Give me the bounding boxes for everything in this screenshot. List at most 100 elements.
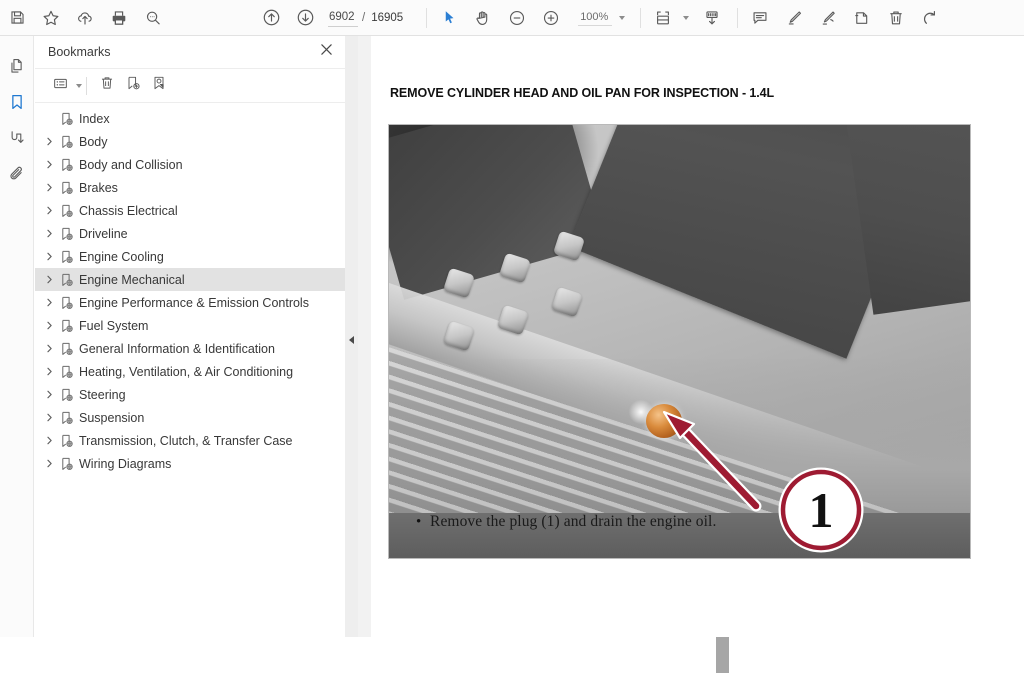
bookmark-row[interactable]: Wiring Diagrams <box>35 452 345 475</box>
bookmark-row[interactable]: Engine Mechanical <box>35 268 345 291</box>
bookmark-row[interactable]: Chassis Electrical <box>35 199 345 222</box>
download-page-button[interactable] <box>695 3 729 33</box>
pan-tool-button[interactable] <box>466 3 500 33</box>
chevron-left-icon <box>349 336 354 344</box>
document-viewport[interactable]: REMOVE CYLINDER HEAD AND OIL PAN FOR INS… <box>372 36 1024 637</box>
expand-chevron-icon[interactable] <box>41 160 57 169</box>
cloud-upload-icon <box>76 9 94 27</box>
bookmark-label: Engine Cooling <box>79 249 164 264</box>
bookmark-row[interactable]: Suspension <box>35 406 345 429</box>
page-number-input[interactable] <box>328 8 358 27</box>
fit-page-button[interactable] <box>646 3 680 33</box>
figure-engine-photo: 1 <box>388 124 971 559</box>
favorite-button[interactable] <box>34 3 68 33</box>
zoom-out-button[interactable] <box>500 3 534 33</box>
zoom-level-selector[interactable]: 100% <box>578 9 626 26</box>
fit-mode-selector[interactable] <box>646 3 690 33</box>
search-button[interactable] <box>136 3 170 33</box>
next-page-button[interactable] <box>288 3 322 33</box>
expand-chevron-icon[interactable] <box>41 206 57 215</box>
bookmark-link-icon <box>57 158 77 172</box>
bookmarks-toolbar <box>35 69 345 103</box>
save-button[interactable] <box>0 3 34 33</box>
comment-button[interactable] <box>743 3 777 33</box>
expand-chevron-icon[interactable] <box>41 459 57 468</box>
bookmark-label: Body and Collision <box>79 157 183 172</box>
bookmark-edit-icon <box>151 75 167 96</box>
bookmark-row[interactable]: General Information & Identification <box>35 337 345 360</box>
stamp-icon <box>853 9 871 27</box>
bookmark-link-icon <box>57 434 77 448</box>
bookmark-row[interactable]: Body and Collision <box>35 153 345 176</box>
expand-chevron-icon[interactable] <box>41 229 57 238</box>
highlight-button[interactable] <box>777 3 811 33</box>
zoom-in-button[interactable] <box>534 3 568 33</box>
fit-page-icon <box>654 9 672 27</box>
previous-page-button[interactable] <box>254 3 288 33</box>
edit-bookmark-button[interactable] <box>146 74 172 98</box>
bookmark-row[interactable]: Heating, Ventilation, & Air Conditioning <box>35 360 345 383</box>
collapse-panel-handle[interactable] <box>347 330 356 350</box>
print-icon <box>110 9 128 27</box>
expand-chevron-icon[interactable] <box>41 390 57 399</box>
bookmark-row[interactable]: Driveline <box>35 222 345 245</box>
arrow-down-circle-icon <box>296 8 315 27</box>
bookmark-link-icon <box>57 227 77 241</box>
draw-button[interactable] <box>811 3 845 33</box>
bookmark-options-button[interactable] <box>47 74 73 98</box>
sidebar-item-attachments[interactable] <box>0 158 34 194</box>
bookmarks-tree[interactable]: Index Body Body and Collision Brakes Chassis… <box>35 103 345 637</box>
list-options-icon <box>53 76 68 96</box>
sidebar-item-thumbnails[interactable] <box>0 50 34 86</box>
signature-icon <box>8 129 26 152</box>
bookmark-row[interactable]: Brakes <box>35 176 345 199</box>
paperclip-icon <box>8 165 26 188</box>
expand-chevron-icon[interactable] <box>41 183 57 192</box>
bookmark-row[interactable]: Engine Cooling <box>35 245 345 268</box>
bookmark-link-icon <box>57 411 77 425</box>
download-page-icon <box>703 9 721 27</box>
expand-chevron-icon[interactable] <box>41 367 57 376</box>
expand-chevron-icon[interactable] <box>41 344 57 353</box>
rotate-button[interactable] <box>913 3 947 33</box>
callout-number: 1 <box>809 482 834 538</box>
sidebar-item-bookmarks[interactable] <box>0 86 34 122</box>
left-icon-rail <box>0 36 34 637</box>
bookmark-row[interactable]: Body <box>35 130 345 153</box>
expand-chevron-icon[interactable] <box>41 275 57 284</box>
sidebar-item-signature[interactable] <box>0 122 34 158</box>
bookmark-add-icon <box>125 75 141 96</box>
expand-chevron-icon[interactable] <box>41 137 57 146</box>
print-button[interactable] <box>102 3 136 33</box>
delete-bookmark-button[interactable] <box>94 74 120 98</box>
stamp-button[interactable] <box>845 3 879 33</box>
trash-icon <box>99 75 115 96</box>
bookmarks-panel-header: Bookmarks <box>35 36 345 69</box>
expand-chevron-icon[interactable] <box>41 436 57 445</box>
plus-circle-icon <box>542 9 560 27</box>
zoom-level-value: 100% <box>578 9 613 26</box>
expand-chevron-icon[interactable] <box>41 298 57 307</box>
expand-chevron-icon[interactable] <box>41 413 57 422</box>
close-panel-button[interactable] <box>317 43 335 61</box>
select-tool-button[interactable] <box>432 3 466 33</box>
rotate-icon <box>921 9 939 27</box>
bookmarks-scrollbar-track[interactable] <box>358 36 729 673</box>
chevron-down-icon[interactable] <box>76 83 82 88</box>
bookmark-row[interactable]: Engine Performance & Emission Controls <box>35 291 345 314</box>
bookmark-link-icon <box>57 365 77 379</box>
delete-button[interactable] <box>879 3 913 33</box>
save-icon <box>9 9 26 26</box>
expand-chevron-icon[interactable] <box>41 252 57 261</box>
add-bookmark-button[interactable] <box>120 74 146 98</box>
figure-caption: • Remove the plug (1) and drain the engi… <box>416 513 716 531</box>
bookmark-link-icon <box>57 250 77 264</box>
bookmark-row[interactable]: Transmission, Clutch, & Transfer Case <box>35 429 345 452</box>
bookmark-row[interactable]: Index <box>35 107 345 130</box>
minus-circle-icon <box>508 9 526 27</box>
expand-chevron-icon[interactable] <box>41 321 57 330</box>
callout-arrow <box>662 410 762 512</box>
upload-button[interactable] <box>68 3 102 33</box>
bookmark-row[interactable]: Fuel System <box>35 314 345 337</box>
bookmark-row[interactable]: Steering <box>35 383 345 406</box>
